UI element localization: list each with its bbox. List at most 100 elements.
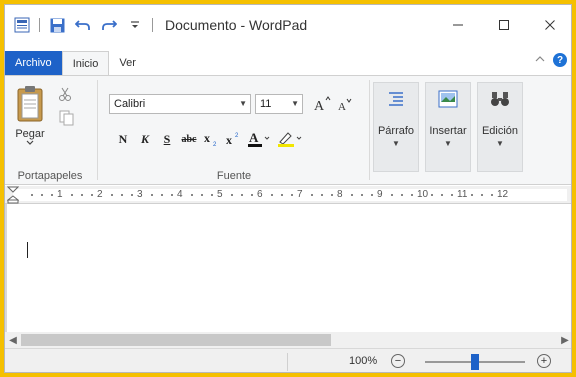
- clipboard-group-label: Portapapeles: [17, 170, 83, 182]
- scroll-thumb[interactable]: [21, 334, 331, 346]
- svg-text:A: A: [314, 99, 325, 113]
- window-title: Documento - WordPad: [165, 17, 308, 33]
- ruler-dot: [321, 194, 323, 196]
- scroll-left-icon[interactable]: ◀: [5, 335, 21, 346]
- document-area[interactable]: [5, 204, 571, 332]
- paste-dropdown-icon[interactable]: [26, 140, 34, 146]
- window-controls: [435, 5, 571, 45]
- group-separator: [97, 80, 98, 180]
- separator: [39, 18, 40, 32]
- insert-button[interactable]: Insertar ▼: [425, 82, 471, 172]
- zoom-out-button[interactable]: −: [391, 354, 405, 368]
- ribbon-tabs: Archivo Inicio Ver ?: [5, 49, 571, 75]
- horizontal-scrollbar[interactable]: ◀ ▶: [5, 332, 571, 348]
- format-row: N K S abc x2 x2 A: [115, 130, 309, 148]
- paragraph-label: Párrafo: [377, 125, 415, 137]
- svg-text:A: A: [249, 130, 259, 145]
- ruler-dot: [71, 194, 73, 196]
- ruler-dot: [251, 194, 253, 196]
- text-cursor: [27, 242, 28, 258]
- zoom-in-button[interactable]: +: [537, 354, 551, 368]
- clipboard-group: Pegar Portapapeles: [5, 76, 95, 186]
- ruler-dot: [361, 194, 363, 196]
- ruler-dot: [121, 194, 123, 196]
- font-size-value: 11: [260, 98, 272, 110]
- subscript-icon[interactable]: x2: [203, 130, 219, 148]
- font-group: Calibri ▼ 11 ▼ A A N K S abc x2 x 2 A Fu…: [101, 76, 367, 186]
- ruler-number: 8: [337, 189, 343, 200]
- edit-button[interactable]: Edición ▼: [477, 82, 523, 172]
- paragraph-button[interactable]: Párrafo ▼: [373, 82, 419, 172]
- scroll-right-icon[interactable]: ▶: [557, 335, 571, 346]
- undo-icon[interactable]: [74, 16, 92, 34]
- scroll-track[interactable]: [21, 332, 557, 348]
- collapse-ribbon-icon[interactable]: [535, 54, 545, 66]
- tab-file[interactable]: Archivo: [5, 51, 62, 75]
- ruler-number: 4: [177, 189, 183, 200]
- svg-text:A: A: [338, 101, 346, 113]
- ruler-dot: [151, 194, 153, 196]
- chevron-down-icon: ▼: [239, 99, 247, 108]
- font-family-select[interactable]: Calibri ▼: [109, 94, 251, 114]
- ruler-dot: [131, 194, 133, 196]
- ruler-dot: [161, 194, 163, 196]
- bold-button[interactable]: N: [115, 130, 131, 148]
- zoom-slider-thumb[interactable]: [471, 354, 479, 370]
- ruler-dot: [81, 194, 83, 196]
- ruler-number: 5: [217, 189, 223, 200]
- ruler-dot: [351, 194, 353, 196]
- ruler: 1 2 3 4 5 6 7 8 9 10 11 12: [5, 186, 571, 204]
- underline-button[interactable]: S: [159, 130, 175, 148]
- app-icon[interactable]: [13, 16, 31, 34]
- highlight-icon[interactable]: [277, 130, 303, 148]
- italic-button[interactable]: K: [137, 130, 153, 148]
- paste-label: Pegar: [15, 128, 45, 140]
- ruler-dot: [41, 194, 43, 196]
- svg-text:x: x: [204, 131, 210, 145]
- redo-icon[interactable]: [100, 16, 118, 34]
- chevron-down-icon: ▼: [444, 139, 452, 148]
- tab-view[interactable]: Ver: [109, 51, 146, 75]
- ruler-dot: [31, 194, 33, 196]
- tabs-right-controls: ?: [535, 53, 567, 67]
- ruler-dot: [291, 194, 293, 196]
- ruler-dot: [191, 194, 193, 196]
- ruler-dot: [411, 194, 413, 196]
- wordpad-window: Documento - WordPad Archivo Inicio Ver ?: [4, 4, 572, 373]
- shrink-font-icon[interactable]: A: [337, 97, 353, 116]
- ruler-number: 9: [377, 189, 383, 200]
- clipboard-icon: [17, 86, 43, 122]
- ruler-dot: [201, 194, 203, 196]
- minimize-button[interactable]: [435, 5, 481, 45]
- paragraph-icon: [386, 89, 406, 109]
- grow-font-icon[interactable]: A: [313, 95, 331, 116]
- tab-home[interactable]: Inicio: [61, 51, 110, 75]
- status-bar: 100% − +: [5, 348, 571, 372]
- svg-text:x: x: [226, 133, 232, 147]
- close-button[interactable]: [527, 5, 571, 45]
- zoom-level: 100%: [349, 355, 378, 367]
- help-icon[interactable]: ?: [553, 53, 567, 67]
- ruler-dot: [311, 194, 313, 196]
- text-color-icon[interactable]: A: [247, 130, 271, 148]
- ruler-dot: [51, 194, 53, 196]
- font-size-select[interactable]: 11 ▼: [255, 94, 303, 114]
- ruler-track: 1 2 3 4 5 6 7 8 9 10 11 12: [6, 186, 567, 204]
- customize-icon[interactable]: [126, 16, 144, 34]
- copy-icon[interactable]: [59, 110, 75, 129]
- chevron-down-icon: ▼: [496, 139, 504, 148]
- ruler-dot: [171, 194, 173, 196]
- maximize-button[interactable]: [481, 5, 527, 45]
- ruler-dot: [401, 194, 403, 196]
- ruler-dot: [451, 194, 453, 196]
- picture-icon: [438, 89, 458, 109]
- save-icon[interactable]: [48, 16, 66, 34]
- separator: [152, 18, 153, 32]
- ruler-dot: [371, 194, 373, 196]
- ruler-number: 3: [137, 189, 143, 200]
- paste-button[interactable]: Pegar: [11, 84, 49, 146]
- superscript-icon[interactable]: x2: [225, 130, 241, 148]
- cut-icon[interactable]: [57, 86, 73, 105]
- strikethrough-button[interactable]: abc: [181, 130, 197, 148]
- ruler-dot: [441, 194, 443, 196]
